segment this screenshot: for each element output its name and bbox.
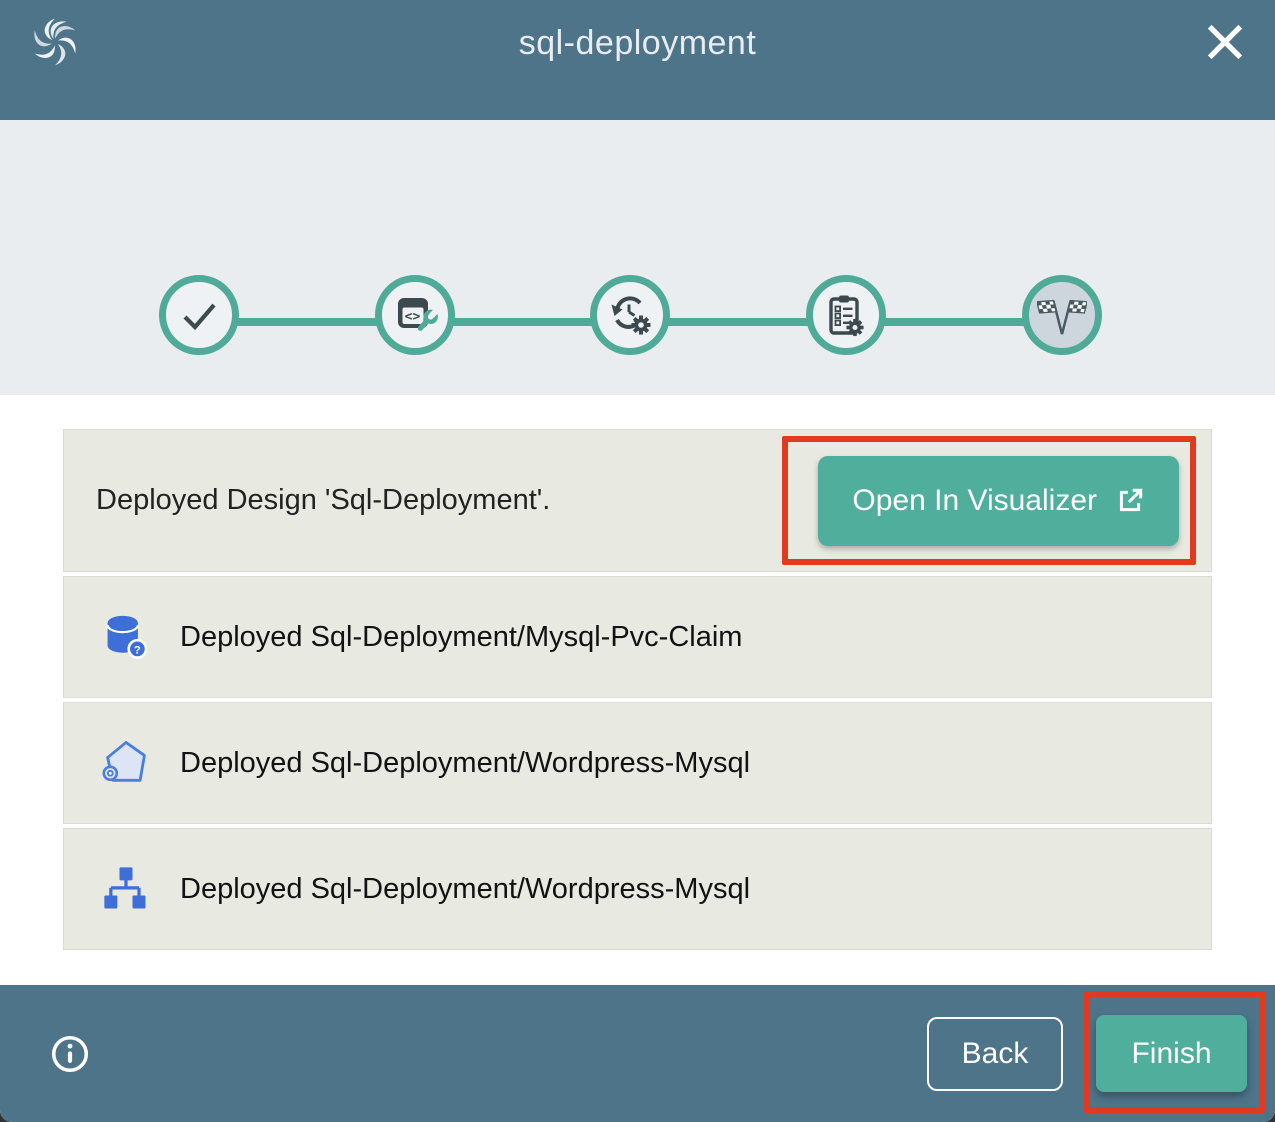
- finish-button[interactable]: Finish: [1096, 1015, 1247, 1092]
- modal-footer: Back Finish: [0, 985, 1275, 1122]
- result-row-wordpress-mysql-2: Deployed Sql-Deployment/Wordpress-Mysql: [63, 828, 1212, 950]
- back-button[interactable]: Back: [927, 1017, 1063, 1091]
- result-message: Deployed Sql-Deployment/Wordpress-Mysql: [180, 873, 750, 906]
- modal-header: sql-deployment: [0, 0, 1275, 120]
- hierarchy-icon: [100, 863, 152, 915]
- deployed-design-row: Deployed Design 'Sql-Deployment'. Open I…: [63, 429, 1212, 572]
- checkered-flags-icon: [1037, 292, 1087, 338]
- result-message: Deployed Sql-Deployment/Mysql-Pvc-Claim: [180, 621, 742, 654]
- database-icon: ?: [100, 611, 152, 663]
- code-wrench-icon: <>: [391, 291, 439, 339]
- close-button[interactable]: [1205, 22, 1245, 62]
- open-in-visualizer-button[interactable]: Open In Visualizer: [818, 456, 1179, 546]
- deployed-design-message: Deployed Design 'Sql-Deployment'.: [96, 484, 550, 517]
- result-row-pvc: ? Deployed Sql-Deployment/Mysql-Pvc-Clai…: [63, 576, 1212, 698]
- external-link-icon: [1115, 486, 1145, 516]
- svg-text:<>: <>: [405, 310, 421, 325]
- pod-icon: [100, 737, 152, 789]
- step-dry-run: [590, 275, 670, 355]
- svg-text:?: ?: [134, 644, 141, 656]
- close-icon: [1205, 22, 1245, 62]
- clipboard-gear-icon: [822, 291, 870, 339]
- deployment-stepper: <>: [0, 120, 1275, 395]
- open-in-visualizer-label: Open In Visualizer: [852, 484, 1097, 518]
- history-gear-icon: [606, 291, 654, 339]
- info-button[interactable]: [49, 1033, 91, 1075]
- result-message: Deployed Sql-Deployment/Wordpress-Mysql: [180, 747, 750, 780]
- step-finalize-deployment: [806, 275, 886, 355]
- info-icon: [49, 1033, 91, 1075]
- step-finish: [1022, 275, 1102, 355]
- deployment-modal: sql-deployment <>: [0, 0, 1275, 1122]
- modal-title: sql-deployment: [519, 24, 757, 63]
- result-row-wordpress-mysql-1: Deployed Sql-Deployment/Wordpress-Mysql: [63, 702, 1212, 824]
- meshery-logo-icon: [27, 14, 83, 70]
- check-icon: [175, 291, 223, 339]
- step-validate-design: [159, 275, 239, 355]
- deployment-results: Deployed Design 'Sql-Deployment'. Open I…: [0, 395, 1275, 985]
- step-identify-environments: <>: [375, 275, 455, 355]
